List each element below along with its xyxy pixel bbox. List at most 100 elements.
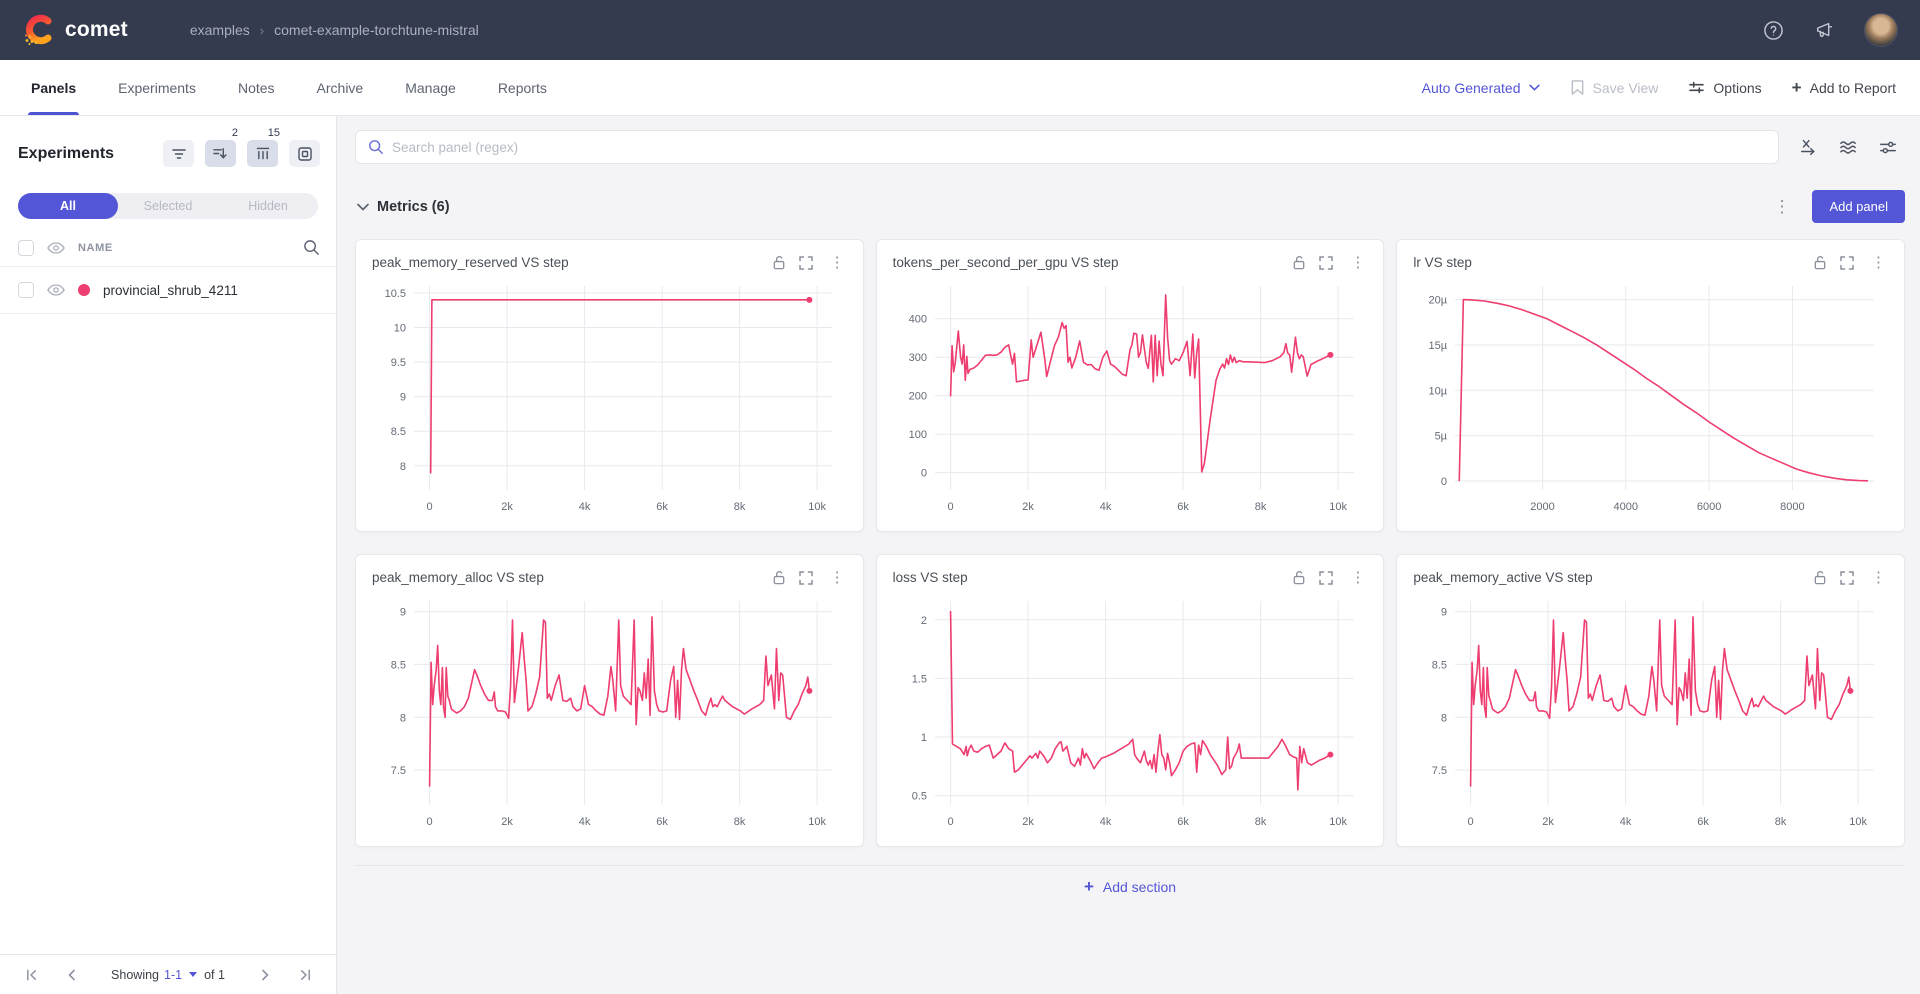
smoothing-button[interactable] — [1833, 132, 1863, 162]
lock-icon[interactable] — [772, 570, 786, 585]
filter-experiments-button[interactable] — [163, 140, 194, 167]
lock-icon[interactable] — [1292, 570, 1306, 585]
filter-tab-selected[interactable]: Selected — [118, 193, 218, 219]
panel-menu-icon[interactable]: ⋮ — [826, 253, 849, 272]
help-icon[interactable] — [1760, 17, 1786, 43]
prev-page-button[interactable] — [54, 961, 88, 989]
page-range-dropdown[interactable]: 1-1 — [164, 968, 182, 982]
metrics-grid: peak_memory_reserved VS step⋮02k4k6k8k10… — [355, 239, 1905, 847]
panel-menu-icon[interactable]: ⋮ — [1867, 253, 1890, 272]
svg-text:10µ: 10µ — [1429, 385, 1448, 397]
expand-icon[interactable] — [1840, 256, 1854, 270]
panel-title: peak_memory_alloc VS step — [372, 570, 544, 585]
svg-text:4k: 4k — [1099, 816, 1111, 828]
svg-text:2k: 2k — [1022, 816, 1034, 828]
filter-icon — [172, 148, 186, 160]
x-axis-settings-button[interactable] — [1793, 132, 1823, 162]
total-label: of 1 — [204, 968, 225, 982]
experiments-sidebar: Experiments 2 15 — [0, 116, 337, 994]
lock-icon[interactable] — [772, 255, 786, 270]
search-experiments-icon[interactable] — [303, 239, 320, 256]
last-page-button[interactable] — [288, 961, 322, 989]
breadcrumb-workspace[interactable]: examples — [190, 22, 250, 38]
section-menu-button[interactable]: ⋮ — [1769, 196, 1794, 217]
svg-text:0: 0 — [947, 501, 953, 513]
collapse-section-icon[interactable] — [357, 203, 369, 211]
experiment-row[interactable]: provincial_shrub_4211 — [0, 267, 336, 314]
chart-canvas[interactable]: 200040006000800005µ10µ15µ20µ — [1411, 276, 1890, 520]
plus-icon: + — [1792, 79, 1802, 96]
comet-logo[interactable]: comet — [22, 13, 128, 47]
svg-text:0.5: 0.5 — [911, 791, 926, 803]
chart-canvas[interactable]: 02k4k6k8k10k7.588.59 — [1411, 591, 1890, 835]
svg-text:8k: 8k — [1775, 816, 1787, 828]
svg-text:8: 8 — [400, 712, 406, 724]
search-icon — [368, 139, 384, 155]
filter-tab-hidden[interactable]: Hidden — [218, 193, 318, 219]
chart-canvas[interactable]: 02k4k6k8k10k0100200300400 — [891, 276, 1370, 520]
experiment-name[interactable]: provincial_shrub_4211 — [103, 283, 238, 298]
panel-title: loss VS step — [893, 570, 968, 585]
expand-icon[interactable] — [799, 571, 813, 585]
panel-menu-icon[interactable]: ⋮ — [1346, 568, 1369, 587]
select-all-checkbox[interactable] — [18, 240, 34, 256]
panel-menu-icon[interactable]: ⋮ — [1346, 253, 1369, 272]
metric-panel: peak_memory_alloc VS step⋮02k4k6k8k10k7.… — [355, 554, 864, 847]
next-page-button[interactable] — [248, 961, 282, 989]
expand-icon[interactable] — [1319, 571, 1333, 585]
breadcrumb-project[interactable]: comet-example-torchtune-mistral — [274, 22, 479, 38]
panel-menu-icon[interactable]: ⋮ — [826, 568, 849, 587]
comet-logo-icon — [22, 13, 56, 47]
expand-icon[interactable] — [1319, 256, 1333, 270]
lock-icon[interactable] — [1813, 255, 1827, 270]
svg-text:8.5: 8.5 — [391, 659, 406, 671]
chart-canvas[interactable]: 02k4k6k8k10k7.588.59 — [370, 591, 849, 835]
experiments-pagination: Showing 1-1 of 1 — [0, 954, 336, 994]
tab-archive[interactable]: Archive — [296, 60, 385, 115]
top-navbar: comet examples › comet-example-torchtune… — [0, 0, 1920, 60]
panel-menu-icon[interactable]: ⋮ — [1867, 568, 1890, 587]
first-page-button[interactable] — [14, 961, 48, 989]
panel-title: tokens_per_second_per_gpu VS step — [893, 255, 1119, 270]
add-panel-button[interactable]: Add panel — [1812, 190, 1905, 223]
filter-tab-all[interactable]: All — [18, 193, 118, 219]
panel-search-input[interactable] — [392, 140, 1766, 155]
view-selector-dropdown[interactable]: Auto Generated — [1422, 80, 1540, 96]
options-button[interactable]: Options — [1688, 80, 1761, 96]
svg-text:0: 0 — [947, 816, 953, 828]
add-to-report-button[interactable]: + Add to Report — [1792, 79, 1896, 96]
expand-icon[interactable] — [1840, 571, 1854, 585]
sort-experiments-button[interactable]: 2 — [205, 140, 236, 167]
lock-icon[interactable] — [1292, 255, 1306, 270]
project-tabs: PanelsExperimentsNotesArchiveManageRepor… — [10, 60, 568, 115]
svg-text:4000: 4000 — [1614, 501, 1639, 513]
chart-canvas[interactable]: 02k4k6k8k10k0.511.52 — [891, 591, 1370, 835]
tab-reports[interactable]: Reports — [477, 60, 568, 115]
experiment-list: provincial_shrub_4211 — [0, 267, 336, 314]
tab-panels[interactable]: Panels — [10, 60, 97, 115]
page-range-caret-icon[interactable] — [189, 972, 197, 977]
visibility-all-icon[interactable] — [47, 242, 65, 254]
chart-display-settings-button[interactable] — [1873, 132, 1903, 162]
lock-icon[interactable] — [1813, 570, 1827, 585]
user-avatar[interactable] — [1864, 13, 1898, 47]
experiment-visibility-icon[interactable] — [47, 284, 65, 296]
sidebar-title: Experiments — [18, 145, 114, 163]
svg-text:200: 200 — [908, 391, 926, 403]
svg-text:6k: 6k — [1698, 816, 1710, 828]
experiment-checkbox[interactable] — [18, 282, 34, 298]
add-section-button[interactable]: + Add section — [1084, 878, 1176, 895]
announcements-icon[interactable] — [1812, 17, 1838, 43]
columns-button[interactable]: 15 — [247, 140, 278, 167]
save-view-button[interactable]: Save View — [1570, 79, 1659, 96]
svg-text:10k: 10k — [1850, 816, 1868, 828]
tab-notes[interactable]: Notes — [217, 60, 296, 115]
group-by-button[interactable] — [289, 140, 320, 167]
x-axis-icon — [1799, 138, 1817, 156]
tab-experiments[interactable]: Experiments — [97, 60, 217, 115]
chart-canvas[interactable]: 02k4k6k8k10k88.599.51010.5 — [370, 276, 849, 520]
tab-manage[interactable]: Manage — [384, 60, 477, 115]
save-view-label: Save View — [1593, 80, 1659, 96]
metric-panel: peak_memory_reserved VS step⋮02k4k6k8k10… — [355, 239, 864, 532]
expand-icon[interactable] — [799, 256, 813, 270]
